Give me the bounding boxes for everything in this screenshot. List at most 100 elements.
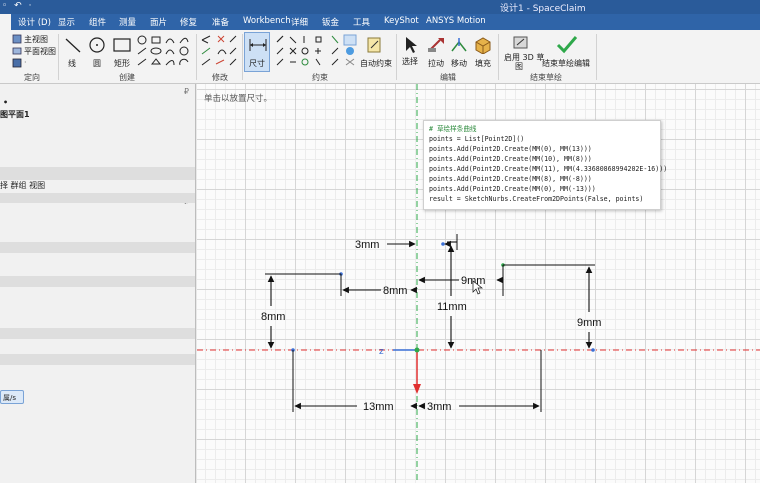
- dimension-11mm-vertical[interactable]: 11mm: [437, 245, 467, 349]
- code-line: # 草绘样条曲线: [429, 125, 477, 133]
- code-line: points.Add(Point2D.Create(MM(10), MM(8))…: [429, 155, 592, 163]
- sketch-point[interactable]: [591, 348, 595, 352]
- dimension-tool-button[interactable]: 尺寸: [244, 32, 270, 72]
- view-cube-icon: [12, 58, 22, 68]
- circle-tool-button[interactable]: 圆: [93, 58, 101, 69]
- panel-band: [0, 276, 195, 287]
- dim-label-3mm-top[interactable]: 3mm: [355, 239, 379, 251]
- script-tooltip: # 草绘样条曲线 points = List[Point2D]() points…: [423, 120, 668, 210]
- ribbon-separator: [498, 34, 499, 80]
- group-label-finish-sketch: 结束草绘: [530, 73, 562, 82]
- dimension-9mm-upper[interactable]: 9mm: [418, 265, 504, 296]
- dim-label-13mm[interactable]: 13mm: [363, 401, 394, 413]
- ribbon-separator: [196, 34, 197, 80]
- panel-tabs-row[interactable]: 择 群组 视图: [0, 180, 195, 191]
- group-label-constrain: 约束: [312, 73, 328, 82]
- panel-band: [0, 242, 195, 253]
- tab-file[interactable]: [0, 14, 11, 30]
- dim-label-8mm-horizontal[interactable]: 8mm: [383, 285, 407, 297]
- window-title: 设计1 - SpaceClaim: [500, 4, 586, 14]
- move-tool-icon: [451, 38, 467, 52]
- code-line: points.Add(Point2D.Create(MM(8), MM(-8))…: [429, 175, 592, 183]
- tab-ansys-motion[interactable]: ANSYS Motion: [426, 16, 486, 26]
- dimension-13mm-bottom[interactable]: 13mm: [292, 350, 417, 413]
- tree-bullet: •: [3, 98, 9, 107]
- fill-tool-icon: [475, 37, 491, 54]
- dimension-label: 尺寸: [249, 59, 265, 68]
- pull-tool-button[interactable]: 拉动: [428, 58, 444, 69]
- ribbon: 主视图 平面视图 · 定向 线 圆 矩形 创建 修改 尺寸 自动约束 约束 选择…: [0, 30, 760, 84]
- constraint-tools-icons[interactable]: [274, 34, 358, 70]
- dimension-8mm-horizontal[interactable]: 8mm: [340, 274, 417, 297]
- code-line: points.Add(Point2D.Create(MM(11), MM(4.3…: [429, 165, 668, 173]
- dimension-3mm-bottom[interactable]: 3mm: [418, 350, 542, 413]
- ribbon-separator: [596, 34, 597, 80]
- panel-band: [0, 167, 195, 180]
- enable-3d-sketch-icon: [513, 36, 528, 49]
- select-tool-button[interactable]: 选择: [402, 56, 418, 67]
- dim-label-8mm-vertical[interactable]: 8mm: [261, 311, 285, 323]
- code-line: points.Add(Point2D.Create(MM(0), MM(13))…: [429, 145, 592, 153]
- title-bar: ◦ ↶ · 设计1 - SpaceClaim: [0, 0, 760, 14]
- enable-3d-sketch-button-line2: 图: [515, 62, 523, 71]
- orient-more-button[interactable]: ·: [24, 58, 27, 67]
- pull-tool-icon: [428, 38, 444, 52]
- auto-constrain-icon: [367, 37, 381, 53]
- triad-x-arrow: [413, 384, 421, 394]
- panel-pin-icon[interactable]: ₽: [184, 87, 189, 96]
- dim-label-11mm[interactable]: 11mm: [437, 301, 467, 313]
- ribbon-separator: [242, 34, 243, 80]
- modify-tools-icons[interactable]: [200, 34, 238, 70]
- tab-tools[interactable]: 工具: [353, 16, 370, 28]
- tab-workbench[interactable]: Workbench: [243, 16, 291, 26]
- auto-constrain-button[interactable]: 自动约束: [360, 58, 392, 69]
- home-view-icon: [12, 34, 22, 44]
- tab-repair[interactable]: 修复: [180, 16, 197, 28]
- finish-sketch-edit-button[interactable]: 结束草绘编辑: [542, 58, 590, 69]
- tab-measure[interactable]: 测量: [119, 16, 136, 28]
- dim-label-9mm-right[interactable]: 9mm: [577, 317, 601, 329]
- enable-3d-sketch-button[interactable]: 启用 3D 草: [504, 52, 544, 63]
- tab-facets[interactable]: 面片: [150, 16, 167, 28]
- sketch-canvas[interactable]: 单击以放置尺寸。 z 3mm 8mm 9mm 11mm 8mm 9mm 13mm…: [197, 84, 760, 483]
- group-label-modify: 修改: [212, 73, 228, 82]
- tab-prepare[interactable]: 准备: [212, 16, 229, 28]
- tab-sheet-metal[interactable]: 钣金: [322, 16, 339, 28]
- panel-band: [0, 354, 195, 365]
- ribbon-separator: [58, 34, 59, 80]
- code-line: points = List[Point2D](): [429, 135, 525, 143]
- sketch-point[interactable]: [441, 242, 445, 246]
- tab-keyshot[interactable]: KeyShot: [384, 16, 419, 26]
- menu-bar: 设计 (D) 显示 组件 测量 面片 修复 准备 Workbench 详细 钣金…: [0, 14, 760, 30]
- plan-view-button[interactable]: 平面视图: [24, 46, 56, 57]
- structure-panel: ₽ • 图平面1 择 群组 视图 ₽ 属/s: [0, 84, 196, 483]
- code-line: result = SketchNurbs.CreateFrom2DPoints(…: [429, 195, 644, 203]
- axis-label-z: z: [379, 347, 384, 357]
- tab-display[interactable]: 显示: [58, 16, 75, 28]
- dimension-3mm-top[interactable]: 3mm: [355, 234, 458, 251]
- move-tool-button[interactable]: 移动: [451, 58, 467, 69]
- panel-properties-button[interactable]: 属/s: [0, 390, 24, 404]
- origin-point[interactable]: [414, 347, 420, 353]
- rectangle-tool-button[interactable]: 矩形: [114, 58, 130, 69]
- checkmark-icon: [556, 36, 578, 54]
- group-label-create: 创建: [119, 73, 135, 82]
- home-view-button[interactable]: 主视图: [24, 34, 48, 45]
- tab-assembly[interactable]: 组件: [89, 16, 106, 28]
- select-arrow-icon: [406, 37, 417, 53]
- rectangle-tool-icon: [113, 38, 131, 52]
- tab-detail[interactable]: 详细: [291, 16, 308, 28]
- line-tool-button[interactable]: 线: [68, 58, 76, 69]
- tab-design[interactable]: 设计 (D): [18, 16, 51, 28]
- tree-item-sketch-plane[interactable]: 图平面1: [0, 109, 195, 120]
- dimension-icon: [249, 39, 267, 51]
- dimension-9mm-right[interactable]: 9mm: [503, 264, 601, 349]
- dimension-8mm-vertical[interactable]: 8mm: [261, 273, 341, 349]
- sketch-shapes-icons[interactable]: [136, 34, 192, 70]
- fill-tool-button[interactable]: 填充: [475, 58, 491, 69]
- line-tool-icon: [65, 38, 81, 53]
- panel-band: [0, 193, 195, 203]
- dim-label-3mm-bottom[interactable]: 3mm: [427, 401, 451, 413]
- code-line: points.Add(Point2D.Create(MM(0), MM(-13)…: [429, 185, 596, 193]
- quick-access-toolbar[interactable]: ◦ ↶ ·: [2, 1, 33, 11]
